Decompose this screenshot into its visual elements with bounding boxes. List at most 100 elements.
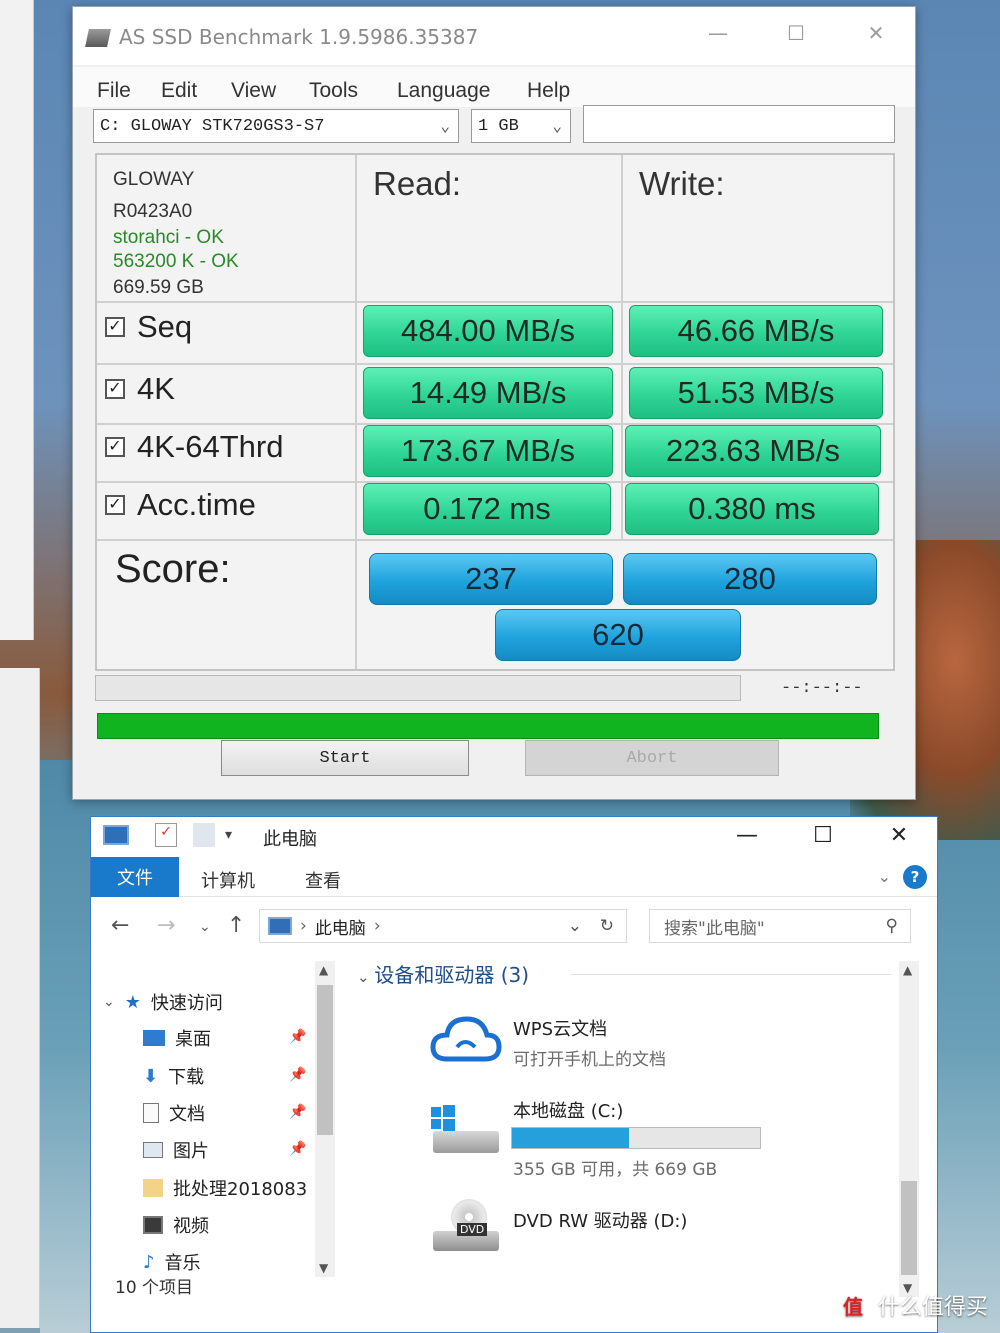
scroll-up-icon[interactable]: ▲ (903, 963, 912, 977)
drive-driver-status: storahci - OK (113, 227, 224, 248)
explorer-window: ✓ ▾ 此电脑 — ☐ ✕ 文件 计算机 查看 ⌄ ? ← → ⌄ ↑ › 此电… (90, 816, 938, 1333)
menu-help[interactable]: Help (527, 79, 570, 103)
row-acctime-label[interactable]: ✓ Acc.time (105, 487, 256, 523)
4k64-read-result: 173.67 MB/s (363, 425, 613, 477)
search-input[interactable]: 搜索"此电脑" ⚲ (649, 909, 911, 943)
start-button[interactable]: Start (221, 740, 469, 776)
background-window-left-top (0, 0, 34, 640)
size-select[interactable]: 1 GB ⌄ (471, 109, 571, 143)
music-icon: ♪ (143, 1251, 155, 1273)
score-label: Score: (115, 547, 231, 591)
scroll-up-icon[interactable]: ▲ (319, 963, 328, 977)
search-icon: ⚲ (885, 916, 898, 936)
address-text: 此电脑 (314, 918, 366, 939)
forward-icon[interactable]: → (157, 913, 175, 938)
nav-label: 视频 (173, 1216, 209, 1237)
explorer-title: 此电脑 (263, 829, 317, 850)
status-textbox[interactable] (583, 105, 895, 143)
elapsed-time: --:--:-- (781, 679, 863, 698)
up-icon[interactable]: ↑ (227, 913, 245, 938)
download-icon: ⬇ (143, 1065, 159, 1087)
checkbox-checked-icon[interactable]: ✓ (105, 317, 125, 337)
scroll-thumb[interactable] (317, 985, 333, 1135)
status-item-count: 10 个项目 (115, 1278, 194, 1298)
chevron-down-icon: ⌄ (552, 118, 562, 136)
nav-label: 下载 (168, 1067, 205, 1088)
nav-item-music[interactable]: ♪ 音乐 (143, 1249, 201, 1275)
row-4k64-label[interactable]: ✓ 4K-64Thrd (105, 429, 283, 465)
navigation-pane: ⌄ ★ 快速访问 桌面 ⬇ 下载 文档 图片 批处理2018083 视频 ♪ 音… (91, 957, 337, 1287)
abort-button[interactable]: Abort (525, 740, 779, 776)
nav-scrollbar[interactable]: ▲ ▼ (315, 961, 335, 1277)
group-header-text: 设备和驱动器 (3) (374, 963, 530, 987)
menu-language[interactable]: Language (397, 79, 490, 103)
nav-item-downloads[interactable]: ⬇ 下载 (143, 1063, 204, 1089)
grid-divider (97, 301, 893, 303)
row-seq-label[interactable]: ✓ Seq (105, 309, 192, 345)
close-icon[interactable]: ✕ (861, 21, 891, 45)
minimize-icon[interactable]: — (727, 823, 767, 848)
group-divider (571, 974, 891, 975)
drive-name[interactable]: WPS云文档 (513, 1015, 607, 1041)
nav-item-pictures[interactable]: 图片 (143, 1137, 209, 1163)
pin-icon[interactable]: 📌 (289, 1141, 306, 1157)
nav-label: 快速访问 (150, 993, 223, 1014)
maximize-icon[interactable]: ☐ (803, 823, 843, 848)
checkbox-checked-icon[interactable]: ✓ (105, 379, 125, 399)
drive-model: GLOWAY (113, 169, 195, 190)
close-icon[interactable]: ✕ (879, 823, 919, 848)
content-scrollbar[interactable]: ▲ ▼ (899, 961, 919, 1297)
nav-label: 音乐 (164, 1253, 201, 1274)
nav-label: 批处理2018083 (173, 1179, 308, 1200)
seq-write-result: 46.66 MB/s (629, 305, 883, 357)
pin-icon[interactable]: 📌 (289, 1067, 306, 1083)
drive-select-value: C: GLOWAY STK720GS3-S7 (100, 117, 325, 136)
pin-icon[interactable]: 📌 (289, 1029, 306, 1045)
drive-select[interactable]: C: GLOWAY STK720GS3-S7 ⌄ (93, 109, 459, 143)
back-icon[interactable]: ← (111, 913, 129, 938)
grid-divider (621, 155, 623, 541)
tab-computer[interactable]: 计算机 (201, 867, 255, 893)
drive-name[interactable]: DVD RW 驱动器 (D:) (513, 1207, 687, 1233)
menu-file[interactable]: File (97, 79, 131, 103)
recent-locations-icon[interactable]: ⌄ (199, 919, 211, 935)
nav-item-desktop[interactable]: 桌面 (143, 1025, 211, 1051)
nav-item-videos[interactable]: 视频 (143, 1212, 209, 1238)
expand-ribbon-icon[interactable]: ⌄ (878, 867, 891, 886)
quick-access-dropdown-icon[interactable]: ▾ (225, 827, 247, 851)
minimize-icon[interactable]: — (703, 21, 733, 45)
new-folder-icon[interactable] (193, 823, 215, 847)
total-progress-bar (97, 713, 879, 739)
group-header[interactable]: ⌄ 设备和驱动器 (3) (357, 959, 529, 988)
help-icon[interactable]: ? (903, 865, 927, 889)
ssd-titlebar: AS SSD Benchmark 1.9.5986.35387 — ☐ ✕ (73, 7, 915, 65)
maximize-icon[interactable]: ☐ (781, 21, 811, 45)
menu-tools[interactable]: Tools (309, 79, 358, 103)
address-bar-row: ← → ⌄ ↑ › 此电脑 › ⌄ ↻ 搜索"此电脑" ⚲ (91, 901, 937, 949)
4k64-write-result: 223.63 MB/s (625, 425, 881, 477)
nav-quick-access[interactable]: ⌄ ★ 快速访问 (103, 989, 223, 1015)
site-watermark: 值 什么值得买 (835, 1288, 988, 1322)
drive-name[interactable]: 本地磁盘 (C:) (513, 1097, 623, 1123)
ssd-app-icon (85, 29, 111, 47)
scroll-thumb[interactable] (901, 1181, 917, 1275)
video-icon (143, 1216, 163, 1234)
drive-usage-fill (512, 1128, 629, 1148)
refresh-icon[interactable]: ↻ (600, 916, 614, 936)
menu-view[interactable]: View (231, 79, 276, 103)
dvd-icon: DVD (431, 1199, 501, 1255)
menu-edit[interactable]: Edit (161, 79, 197, 103)
nav-item-batch-folder[interactable]: 批处理2018083 (143, 1175, 307, 1201)
nav-item-documents[interactable]: 文档 (143, 1100, 205, 1126)
checkbox-checked-icon[interactable]: ✓ (105, 495, 125, 515)
tab-view[interactable]: 查看 (305, 867, 341, 893)
row-4k-label[interactable]: ✓ 4K (105, 371, 175, 407)
tab-file[interactable]: 文件 (91, 857, 179, 897)
address-box[interactable]: › 此电脑 › ⌄ ↻ (259, 909, 627, 943)
scroll-down-icon[interactable]: ▼ (319, 1261, 328, 1275)
checkbox-checked-icon[interactable]: ✓ (105, 437, 125, 457)
pin-icon[interactable]: 📌 (289, 1104, 306, 1120)
properties-icon[interactable]: ✓ (155, 823, 177, 847)
address-dropdown-icon[interactable]: ⌄ (568, 916, 582, 936)
nav-label: 桌面 (175, 1029, 211, 1050)
